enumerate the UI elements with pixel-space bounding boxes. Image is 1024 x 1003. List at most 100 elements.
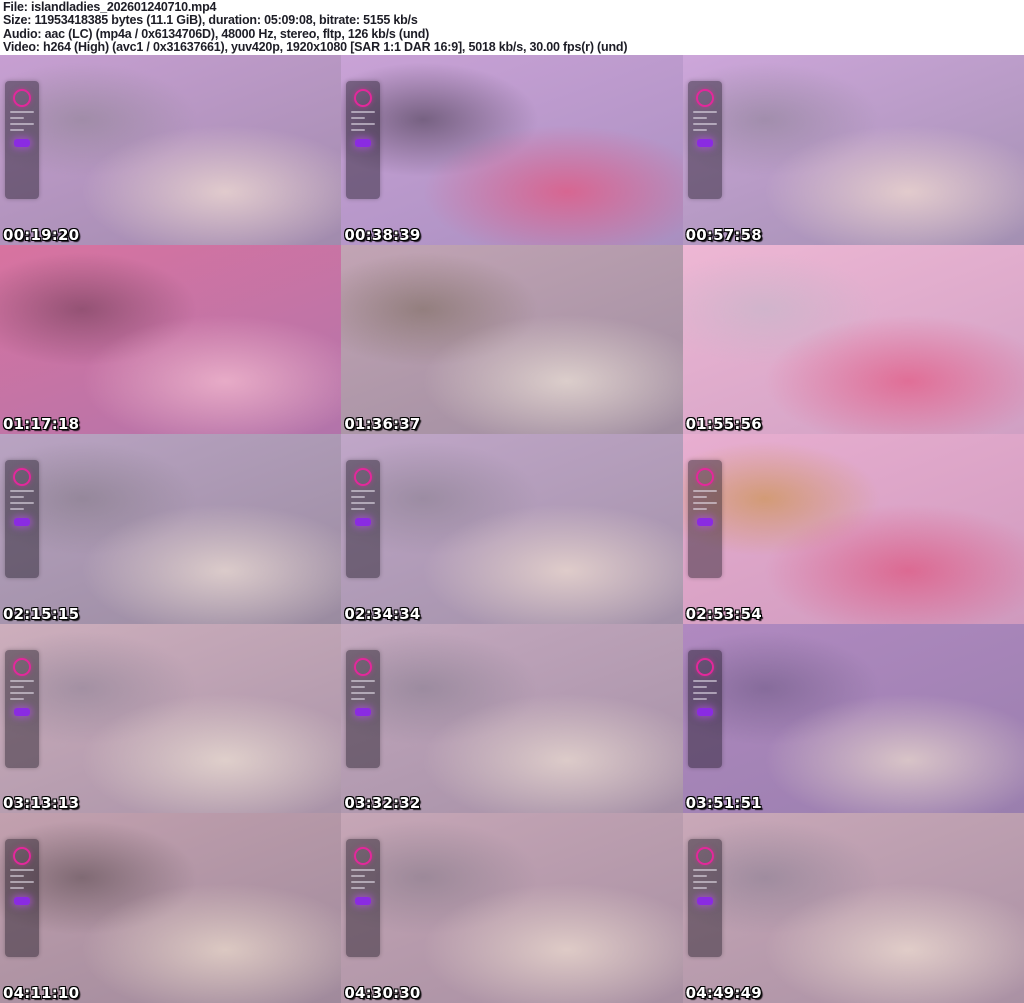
- thumbnail-timestamp: 02:34:34: [344, 604, 421, 623]
- thumbnail-timestamp: 02:53:54: [685, 604, 762, 623]
- thumbnail-timestamp: 03:51:51: [685, 794, 762, 813]
- overlay-text-bar: [351, 685, 366, 688]
- video-thumbnail[interactable]: 01:36:37: [341, 244, 683, 435]
- overlay-text-bar: [692, 111, 717, 113]
- scene-placeholder: [0, 55, 342, 245]
- thumbnail-timestamp: 00:19:20: [3, 225, 80, 244]
- overlay-text-bar: [692, 685, 707, 688]
- toy-glow-icon: [355, 707, 372, 716]
- overlay-text-bar: [10, 679, 34, 682]
- overlay-text-bar: [351, 123, 376, 125]
- video-thumbnail[interactable]: 04:49:49: [682, 813, 1024, 1003]
- thumbnail-timestamp: 01:36:37: [344, 415, 421, 434]
- video-thumbnail[interactable]: 02:34:34: [341, 434, 683, 624]
- video-thumbnail[interactable]: 03:13:13: [0, 623, 342, 814]
- overlay-text-bar: [351, 111, 376, 113]
- scene-placeholder: [682, 434, 1024, 624]
- size-line: Size: 11953418385 bytes (11.1 GiB), dura…: [3, 13, 418, 28]
- toy-glow-icon: [14, 139, 30, 147]
- scene-placeholder: [341, 623, 683, 814]
- thumbnail-grid: 00:19:20 00:38:39 00:57:58 01:17:18 01:3…: [0, 55, 1024, 1003]
- overlay-text-bar: [692, 679, 717, 682]
- overlay-text-bar: [10, 117, 24, 119]
- overlay-text-bar: [351, 117, 366, 119]
- audio-line: Audio: aac (LC) (mp4a / 0x6134706D), 480…: [3, 26, 430, 41]
- video-thumbnail[interactable]: 01:55:56: [682, 244, 1024, 435]
- toy-glow-icon: [696, 139, 713, 147]
- scene-placeholder: [341, 244, 683, 435]
- chat-overlay-panel: [346, 81, 381, 199]
- overlay-text-bar: [692, 502, 717, 505]
- overlay-text-bar: [351, 502, 376, 505]
- thumbnail-timestamp: 02:15:15: [3, 604, 80, 623]
- video-thumbnail[interactable]: 00:57:58: [682, 55, 1024, 245]
- video-thumbnail[interactable]: 00:19:20: [0, 55, 342, 245]
- overlay-text-bar: [10, 111, 34, 113]
- overlay-text-bar: [10, 697, 24, 700]
- chat-overlay-panel: [346, 460, 381, 579]
- overlay-text-bar: [10, 887, 24, 890]
- goal-ring-icon: [354, 657, 373, 676]
- scene-placeholder: [341, 55, 683, 245]
- goal-ring-icon: [354, 847, 373, 866]
- overlay-text-bar: [10, 123, 34, 125]
- overlay-text-bar: [10, 685, 24, 688]
- overlay-text-bar: [692, 117, 707, 119]
- goal-ring-icon: [695, 89, 714, 107]
- chat-overlay-panel: [5, 839, 39, 958]
- overlay-text-bar: [10, 881, 34, 884]
- video-thumbnail[interactable]: 01:17:18: [0, 244, 342, 435]
- chat-overlay-panel: [346, 839, 381, 958]
- thumbnail-timestamp: 03:13:13: [3, 794, 80, 813]
- overlay-text-bar: [10, 691, 34, 694]
- scene-placeholder: [682, 244, 1024, 435]
- scene-placeholder: [0, 434, 342, 624]
- thumbnail-timestamp: 04:49:49: [685, 984, 762, 1002]
- chat-overlay-panel: [687, 649, 722, 768]
- video-thumbnail[interactable]: 00:38:39: [341, 55, 683, 245]
- media-info-header: File: islandladies_202601240710.mp4 Size…: [0, 0, 1024, 55]
- video-thumbnail[interactable]: 03:32:32: [341, 623, 683, 814]
- overlay-text-bar: [10, 129, 24, 131]
- video-thumbnail[interactable]: 02:53:54: [682, 434, 1024, 624]
- video-thumbnail[interactable]: 04:11:10: [0, 813, 342, 1003]
- thumbnail-timestamp: 04:30:30: [344, 984, 421, 1002]
- goal-ring-icon: [13, 657, 31, 676]
- overlay-text-bar: [692, 869, 717, 872]
- goal-ring-icon: [695, 468, 714, 487]
- toy-glow-icon: [355, 897, 372, 906]
- scene-placeholder: [0, 244, 342, 435]
- contact-sheet: File: islandladies_202601240710.mp4 Size…: [0, 0, 1024, 1003]
- overlay-text-bar: [692, 490, 717, 493]
- toy-glow-icon: [355, 139, 372, 147]
- chat-overlay-panel: [5, 81, 39, 199]
- thumbnail-timestamp: 03:32:32: [344, 794, 421, 813]
- goal-ring-icon: [695, 657, 714, 676]
- overlay-text-bar: [351, 679, 376, 682]
- video-thumbnail[interactable]: 02:15:15: [0, 434, 342, 624]
- overlay-text-bar: [351, 508, 366, 511]
- overlay-text-bar: [692, 496, 707, 499]
- goal-ring-icon: [13, 89, 31, 107]
- video-thumbnail[interactable]: 04:30:30: [341, 813, 683, 1003]
- goal-ring-icon: [13, 847, 31, 866]
- video-line: Video: h264 (High) (avc1 / 0x31637661), …: [3, 40, 628, 55]
- overlay-text-bar: [351, 691, 376, 694]
- overlay-text-bar: [692, 691, 717, 694]
- chat-overlay-panel: [687, 81, 722, 199]
- goal-ring-icon: [13, 468, 31, 487]
- goal-ring-icon: [354, 468, 373, 487]
- overlay-text-bar: [692, 887, 707, 890]
- scene-placeholder: [682, 813, 1024, 1003]
- scene-placeholder: [682, 623, 1024, 814]
- overlay-text-bar: [10, 875, 24, 878]
- overlay-text-bar: [692, 129, 707, 131]
- thumbnail-timestamp: 01:55:56: [685, 415, 762, 434]
- chat-overlay-panel: [5, 460, 39, 579]
- overlay-text-bar: [692, 508, 707, 511]
- goal-ring-icon: [354, 89, 373, 107]
- scene-placeholder: [341, 813, 683, 1003]
- scene-placeholder: [682, 55, 1024, 245]
- overlay-text-bar: [10, 502, 34, 505]
- video-thumbnail[interactable]: 03:51:51: [682, 623, 1024, 814]
